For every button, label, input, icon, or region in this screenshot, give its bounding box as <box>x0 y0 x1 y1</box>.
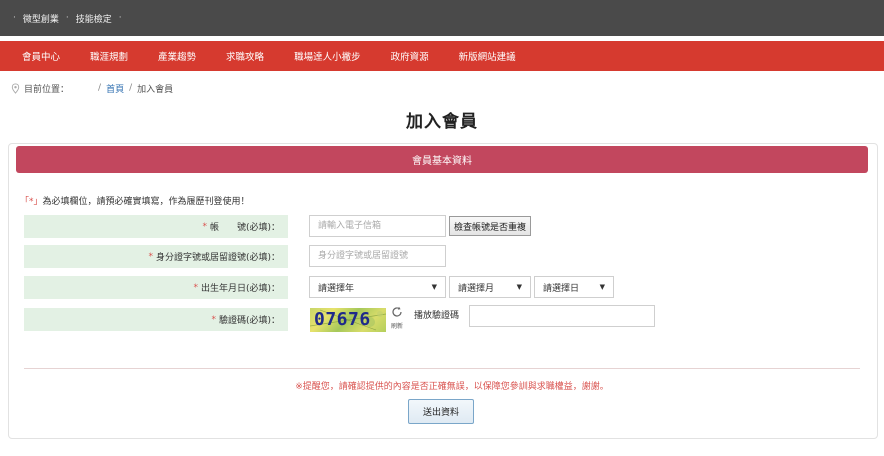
chevron-down-icon: ▼ <box>599 283 605 291</box>
breadcrumb-current: 加入會員 <box>137 84 174 95</box>
breadcrumb-separator: / <box>98 83 102 93</box>
nav-item-industry-trends[interactable]: 產業趨勢 <box>158 49 196 63</box>
topbar-dot: · <box>13 13 16 23</box>
birthday-label-text: 出生年月日(必填)： <box>200 284 280 294</box>
captcha-input[interactable] <box>469 305 655 327</box>
birth-day-select[interactable]: 請選擇日 ▼ <box>534 276 614 298</box>
breadcrumb-home-link[interactable]: 首頁 <box>106 82 124 95</box>
birth-year-value: 請選擇年 <box>318 283 355 294</box>
topbar-link-skills[interactable]: 技能檢定 <box>76 12 112 25</box>
account-label-text: 帳 號(必填)： <box>209 223 280 233</box>
submit-button[interactable]: 送出資料 <box>408 399 474 424</box>
nav-item-workplace-tips[interactable]: 職場達人小撇步 <box>294 49 361 63</box>
refresh-label[interactable]: 刷新 <box>391 321 403 330</box>
nav-item-career-planning[interactable]: 職涯規劃 <box>90 49 128 63</box>
nav-item-site-feedback[interactable]: 新版網站建議 <box>459 49 516 63</box>
nav-item-member-center[interactable]: 會員中心 <box>22 49 60 63</box>
birthday-label: * 出生年月日(必填)： <box>24 276 288 299</box>
required-mark: * <box>202 221 207 232</box>
nav-item-job-tips[interactable]: 求職攻略 <box>226 49 264 63</box>
chevron-down-icon: ▼ <box>431 283 437 291</box>
required-notice-mark: 「*」 <box>20 197 43 207</box>
birth-year-select[interactable]: 請選擇年 ▼ <box>309 276 446 298</box>
topbar-dot: · <box>118 13 122 23</box>
required-notice-text: 為必填欄位，請預必確實填寫，作為履歷刊登使用！ <box>42 197 250 207</box>
page-title: 加入會員 <box>406 112 478 132</box>
account-email-input[interactable] <box>309 215 446 237</box>
captcha-label-text: 驗證碼(必填)： <box>218 316 280 326</box>
required-mark: * <box>211 314 216 325</box>
captcha-label: * 驗證碼(必填)： <box>24 308 288 331</box>
id-number-label: * 身分證字號或居留證號(必填)： <box>24 245 288 268</box>
id-number-label-text: 身分證字號或居留證號(必填)： <box>155 253 280 263</box>
nav-item-gov-resources[interactable]: 政府資源 <box>391 49 429 63</box>
main-nav: 會員中心 職涯規劃 產業趨勢 求職攻略 職場達人小撇步 政府資源 新版網站建議 <box>0 41 884 71</box>
required-mark: * <box>148 251 153 262</box>
breadcrumb-label: 目前位置： <box>24 84 70 95</box>
captcha-image: 07676 <box>310 308 386 332</box>
account-label: * 帳 號(必填)： <box>24 215 288 238</box>
breadcrumb: 目前位置： / 首頁 / 加入會員 <box>10 80 173 96</box>
required-mark: * <box>193 282 198 293</box>
birth-day-value: 請選擇日 <box>543 283 580 294</box>
captcha-code: 07676 <box>314 309 371 330</box>
play-captcha-audio-link[interactable]: 播放驗證碼 <box>414 308 459 321</box>
top-bar: · 微型創業 · 技能檢定 · <box>0 0 884 36</box>
breadcrumb-separator: / <box>129 83 133 93</box>
location-pin-icon <box>11 82 20 94</box>
chevron-down-icon: ▼ <box>516 283 522 291</box>
check-account-button[interactable]: 檢查帳號是否重複 <box>449 216 532 236</box>
birth-month-select[interactable]: 請選擇月 ▼ <box>449 276 531 298</box>
birth-month-value: 請選擇月 <box>458 283 495 294</box>
panel-header: 會員基本資料 <box>16 146 868 173</box>
refresh-icon[interactable] <box>391 306 403 318</box>
id-number-input[interactable] <box>309 245 446 267</box>
divider <box>24 368 860 369</box>
required-notice: 「*」為必填欄位，請預必確實填寫，作為履歷刊登使用！ <box>20 194 250 207</box>
topbar-link-startup[interactable]: 微型創業 <box>23 12 59 25</box>
topbar-dot: · <box>65 13 69 23</box>
reminder-text: ※提醒您，請確認提供的內容是否正確無誤，以保障您參訓與求職權益，謝謝。 <box>295 382 609 392</box>
